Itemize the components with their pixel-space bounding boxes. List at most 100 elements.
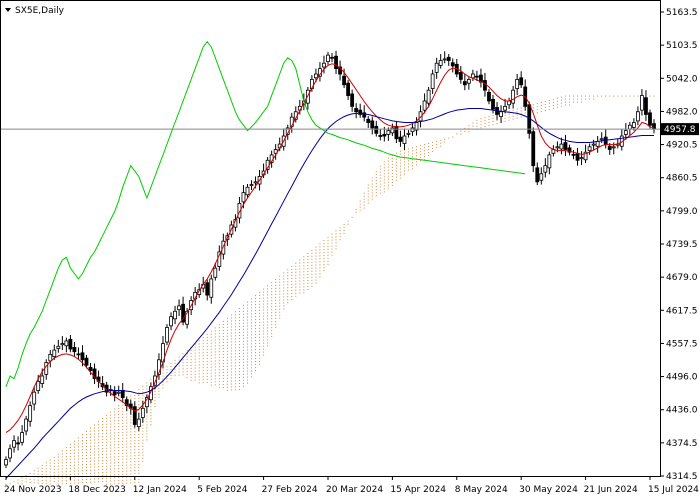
cloud-dot [57, 453, 59, 455]
cloud-dot [65, 453, 67, 455]
cloud-dot [134, 443, 136, 445]
candle-body [136, 418, 141, 428]
cloud-dot [589, 95, 591, 97]
cloud-dot [259, 315, 261, 317]
cloud-dot [552, 107, 554, 109]
cloud-dot [110, 453, 112, 455]
cloud-dot [287, 284, 289, 286]
cloud-dot [230, 353, 232, 355]
cloud-dot [33, 482, 35, 484]
cloud-dot [226, 344, 228, 346]
cloud-dot [246, 355, 248, 357]
cloud-dot [412, 150, 414, 152]
cloud-dot [255, 334, 257, 336]
cloud-dot [230, 368, 232, 370]
cloud-dot [230, 356, 232, 358]
cloud-dot [73, 464, 75, 466]
cloud-dot [222, 323, 224, 325]
cloud-dot [267, 285, 269, 287]
cloud-dot [420, 148, 422, 150]
cloud-dot [387, 163, 389, 165]
candle-body [322, 62, 326, 68]
cloud-dot [436, 146, 438, 148]
cloud-dot [279, 281, 281, 283]
cloud-dot [424, 150, 426, 152]
cloud-dot [283, 302, 285, 304]
cloud-dot [118, 465, 120, 467]
cloud-dot [186, 368, 188, 370]
cloud-dot [90, 472, 92, 474]
cloud-dot [69, 458, 71, 460]
cloud-dot [230, 329, 232, 331]
cloud-dot [403, 152, 405, 154]
cloud-dot [307, 262, 309, 264]
cloud-dot [263, 348, 265, 350]
cloud-dot [311, 270, 313, 272]
cloud-dot [303, 262, 305, 264]
cloud-dot [275, 293, 277, 295]
cloud-dot [182, 371, 184, 373]
candle-body [140, 407, 145, 418]
cloud-dot [142, 394, 144, 396]
cloud-dot [552, 104, 554, 106]
cloud-dot [106, 456, 108, 458]
cloud-dot [106, 459, 108, 461]
cloud-dot [77, 446, 79, 448]
cloud-dot [138, 388, 140, 390]
candle-body [378, 135, 383, 137]
cloud-dot [102, 457, 104, 459]
cloud-dot [291, 295, 293, 297]
cloud-dot [259, 324, 261, 326]
cloud-dot [77, 443, 79, 445]
cloud-dot [218, 372, 220, 374]
cloud-dot [130, 398, 132, 400]
cloud-dot [504, 114, 506, 116]
cloud-dot [218, 327, 220, 329]
cloud-dot [275, 305, 277, 307]
cloud-dot [102, 481, 104, 483]
cloud-dot [61, 477, 63, 479]
cloud-dot [130, 395, 132, 397]
cloud-dot [118, 450, 120, 452]
cloud-dot [251, 298, 253, 300]
candle-body [652, 123, 656, 130]
cloud-dot [170, 375, 172, 377]
candle-body [8, 448, 12, 459]
cloud-dot [198, 379, 200, 381]
cloud-dot [246, 325, 248, 327]
cloud-dot [106, 453, 108, 455]
cloud-dot [255, 304, 257, 306]
cloud-dot [126, 452, 128, 454]
cloud-dot [416, 155, 418, 157]
cloud-dot [379, 189, 381, 191]
candle-body [644, 97, 648, 115]
cloud-dot [110, 420, 112, 422]
cloud-dot [170, 366, 172, 368]
candle-body [60, 343, 65, 346]
cloud-dot [343, 232, 345, 234]
cloud-dot [319, 264, 321, 266]
cloud-dot [371, 189, 373, 191]
cloud-dot [279, 290, 281, 292]
cloud-dot [222, 380, 224, 382]
cloud-dot [142, 436, 144, 438]
cloud-dot [379, 192, 381, 194]
cloud-dot [134, 398, 136, 400]
cloud-dot [391, 184, 393, 186]
cloud-dot [230, 332, 232, 334]
cloud-dot [581, 98, 583, 100]
cloud-dot [283, 290, 285, 292]
y-tick-label: 4799.0 [666, 207, 698, 217]
cloud-dot [299, 265, 301, 267]
cloud-dot [299, 283, 301, 285]
cloud-dot [311, 279, 313, 281]
cloud-dot [560, 105, 562, 107]
cloud-dot [122, 440, 124, 442]
cloud-dot [122, 419, 124, 421]
cloud-dot [283, 293, 285, 295]
cloud-dot [130, 437, 132, 439]
cloud-dot [53, 459, 55, 461]
cloud-dot [102, 439, 104, 441]
cloud-dot [222, 329, 224, 331]
cloud-dot [311, 258, 313, 260]
